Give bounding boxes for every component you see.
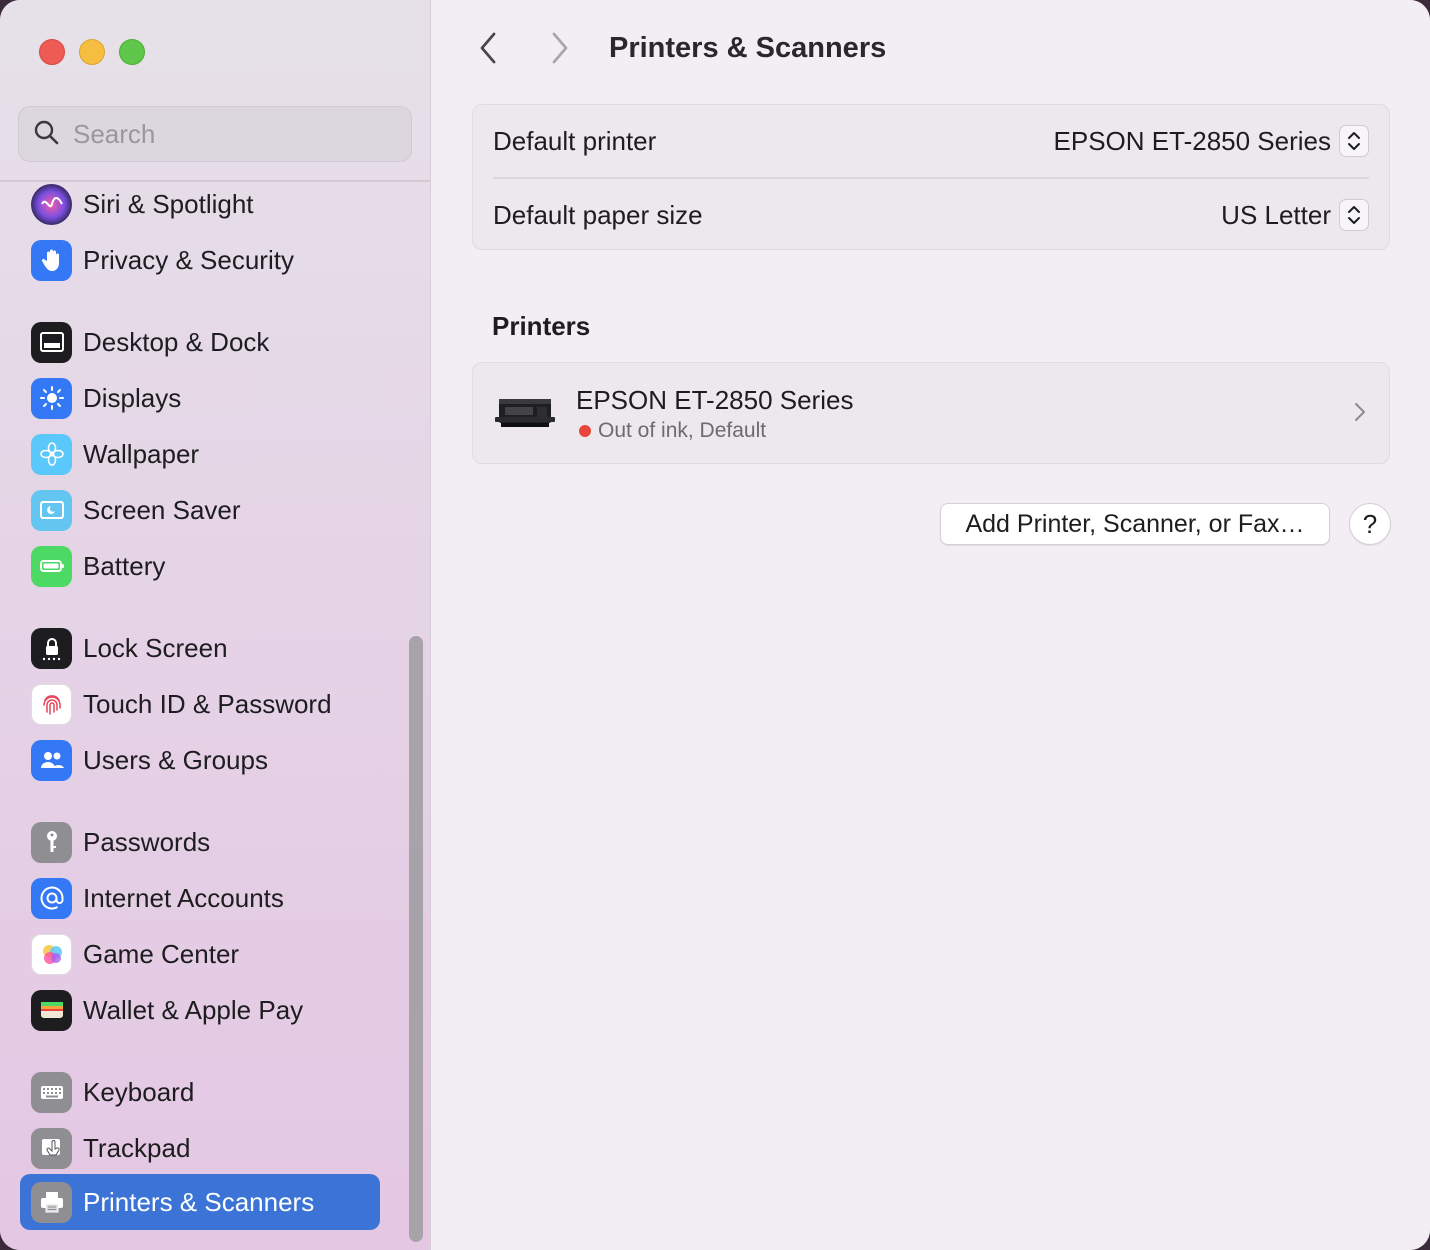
up-down-chevron-icon — [1339, 199, 1369, 231]
up-down-chevron-icon — [1339, 125, 1369, 157]
sidebar-item-label: Screen Saver — [83, 494, 241, 525]
sun-icon — [31, 377, 72, 419]
fingerprint-icon — [31, 683, 72, 725]
printers-section-title: Printers — [492, 311, 591, 341]
keyboard-icon — [31, 1071, 72, 1113]
settings-window: Siri & Spotlight Privacy & Security Desk… — [0, 0, 1430, 1250]
sidebar-item-label: Displays — [83, 382, 182, 413]
chevron-left-icon — [477, 31, 499, 70]
sidebar-item-privacy-security[interactable]: Privacy & Security — [20, 232, 380, 288]
minimize-window-button[interactable] — [79, 39, 105, 65]
maximize-window-button[interactable] — [119, 39, 145, 65]
printer-image-icon — [493, 389, 557, 437]
default-printer-label: Default printer — [493, 125, 657, 156]
add-printer-button[interactable]: Add Printer, Scanner, or Fax… — [940, 503, 1330, 545]
dock-icon — [31, 321, 72, 363]
printer-icon — [31, 1181, 72, 1223]
default-printer-value: EPSON ET-2850 Series — [1053, 125, 1331, 156]
trackpad-icon — [31, 1127, 72, 1169]
sidebar-item-label: Privacy & Security — [83, 244, 294, 275]
printer-row[interactable]: EPSON ET-2850 Series Out of ink, Default — [473, 363, 1389, 463]
sidebar-scrollbar[interactable] — [408, 636, 424, 1244]
sidebar-item-keyboard[interactable]: Keyboard — [20, 1064, 380, 1120]
sidebar-item-lock-screen[interactable]: Lock Screen — [20, 620, 380, 676]
hand-icon — [31, 239, 72, 281]
main-content: Printers & Scanners Default printer EPSO… — [432, 0, 1430, 1250]
chevron-right-icon — [549, 31, 571, 70]
siri-icon — [31, 183, 72, 225]
sidebar-item-game-center[interactable]: Game Center — [20, 926, 380, 982]
sidebar-item-printers-scanners[interactable]: Printers & Scanners — [20, 1174, 380, 1230]
forward-button[interactable] — [540, 30, 580, 70]
printer-name: EPSON ET-2850 Series — [576, 385, 854, 415]
printer-info: EPSON ET-2850 Series Out of ink, Default — [576, 383, 853, 443]
search-input[interactable] — [73, 118, 373, 150]
sidebar-item-screen-saver[interactable]: Screen Saver — [20, 482, 380, 538]
sidebar-item-label: Internet Accounts — [83, 882, 284, 913]
sidebar-item-displays[interactable]: Displays — [20, 370, 380, 426]
sidebar-item-wallpaper[interactable]: Wallpaper — [20, 426, 380, 482]
sidebar-item-wallet-apple-pay[interactable]: Wallet & Apple Pay — [20, 982, 380, 1038]
scrollbar-thumb[interactable] — [409, 636, 423, 1242]
sidebar-item-label: Keyboard — [83, 1076, 195, 1107]
sidebar-item-label: Game Center — [83, 938, 240, 969]
sidebar-item-siri-spotlight[interactable]: Siri & Spotlight — [20, 176, 380, 232]
back-button[interactable] — [468, 30, 508, 70]
sidebar-item-label: Printers & Scanners — [83, 1186, 315, 1217]
at-icon — [31, 877, 72, 919]
sidebar-item-passwords[interactable]: Passwords — [20, 814, 380, 870]
printer-status: Out of ink, Default — [576, 419, 853, 443]
default-paper-size-value: US Letter — [1221, 199, 1331, 230]
key-icon — [31, 821, 72, 863]
sidebar-item-battery[interactable]: Battery — [20, 538, 380, 594]
sidebar-item-label: Passwords — [83, 826, 211, 857]
status-dot-icon — [579, 425, 591, 437]
close-window-button[interactable] — [39, 39, 65, 65]
lock-icon — [31, 627, 72, 669]
sidebar-item-label: Lock Screen — [83, 632, 228, 663]
sidebar-item-internet-accounts[interactable]: Internet Accounts — [20, 870, 380, 926]
default-printer-row: Default printer EPSON ET-2850 Series — [473, 105, 1389, 177]
default-printer-popup[interactable]: EPSON ET-2850 Series — [1054, 125, 1369, 157]
sidebar-item-label: Touch ID & Password — [83, 688, 332, 719]
printer-status-text: Out of ink, Default — [598, 419, 767, 442]
sidebar-item-label: Users & Groups — [83, 744, 268, 775]
sidebar-item-label: Wallpaper — [83, 438, 200, 469]
search-field[interactable] — [18, 106, 412, 162]
sidebar: Siri & Spotlight Privacy & Security Desk… — [0, 0, 431, 1250]
flower-icon — [31, 433, 72, 475]
sidebar-item-touch-id-password[interactable]: Touch ID & Password — [20, 676, 380, 732]
sidebar-item-label: Desktop & Dock — [83, 326, 270, 357]
window-controls — [39, 39, 145, 65]
battery-icon — [31, 545, 72, 587]
sidebar-item-desktop-dock[interactable]: Desktop & Dock — [20, 314, 380, 370]
game-center-icon — [31, 933, 72, 975]
sidebar-item-trackpad[interactable]: Trackpad — [20, 1120, 380, 1176]
magnifying-glass-icon — [33, 119, 59, 150]
wallet-icon — [31, 989, 72, 1031]
default-paper-size-label: Default paper size — [493, 199, 703, 230]
sidebar-item-label: Battery — [83, 550, 166, 581]
sidebar-item-label: Wallet & Apple Pay — [83, 994, 304, 1025]
sidebar-item-label: Siri & Spotlight — [83, 188, 254, 219]
default-paper-size-popup[interactable]: US Letter — [1221, 199, 1369, 231]
defaults-group: Default printer EPSON ET-2850 Series Def… — [472, 104, 1390, 250]
page-title: Printers & Scanners — [609, 32, 887, 64]
default-paper-size-row: Default paper size US Letter — [473, 179, 1389, 251]
screen-saver-icon — [31, 489, 72, 531]
help-button[interactable]: ? — [1349, 503, 1391, 545]
sidebar-item-label: Trackpad — [83, 1132, 191, 1163]
chevron-right-icon — [1353, 401, 1367, 428]
users-icon — [31, 739, 72, 781]
printers-list: EPSON ET-2850 Series Out of ink, Default — [472, 362, 1390, 464]
sidebar-item-users-groups[interactable]: Users & Groups — [20, 732, 380, 788]
